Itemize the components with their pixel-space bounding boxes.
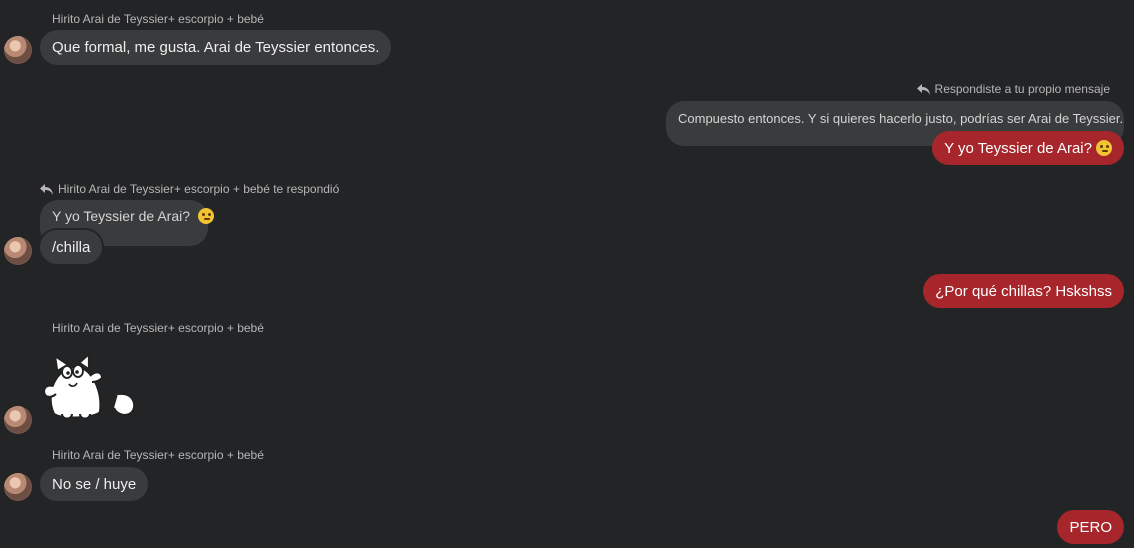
reply-arrow-icon [40,183,53,195]
thinking-face-icon [197,208,214,224]
message-bubble-own[interactable]: PERO [1057,510,1124,544]
quoted-message-text: Y yo Teyssier de Arai? [52,208,191,224]
reply-indicator-text: Respondiste a tu propio mensaje [934,82,1110,96]
message-sender-name: Hirito Arai de Teyssier+ escorpio + bebé [52,321,264,335]
avatar[interactable] [4,406,32,434]
message-text: PERO [1069,518,1112,536]
reply-indicator: Hirito Arai de Teyssier+ escorpio + bebé… [40,182,339,196]
avatar[interactable] [4,473,32,501]
message-bubble[interactable]: Que formal, me gusta. Arai de Teyssier e… [40,30,392,65]
message-sender-name: Hirito Arai de Teyssier+ escorpio + bebé [52,448,264,462]
avatar[interactable] [4,237,32,265]
cartoon-cat-sticker[interactable] [40,352,138,424]
message-bubble-own[interactable]: ¿Por qué chillas? Hskshss [923,274,1124,308]
message-bubble-own[interactable]: Y yo Teyssier de Arai? [932,131,1124,165]
thinking-face-icon [1096,140,1112,156]
message-sender-name: Hirito Arai de Teyssier+ escorpio + bebé [52,12,264,26]
message-text: No se / huye [52,475,137,493]
avatar[interactable] [4,36,32,64]
message-bubble[interactable]: /chilla [40,230,103,264]
message-text: /chilla [52,238,91,256]
message-text: Y yo Teyssier de Arai? [944,139,1092,157]
reply-indicator: Respondiste a tu propio mensaje [916,82,1110,96]
message-text: Que formal, me gusta. Arai de Teyssier e… [52,39,380,56]
reply-indicator-text: Hirito Arai de Teyssier+ escorpio + bebé… [58,182,340,196]
message-text: ¿Por qué chillas? Hskshss [935,282,1112,300]
message-bubble[interactable]: No se / huye [40,467,149,501]
reply-arrow-icon [916,83,930,95]
quoted-message-text: Compuesto entonces. Y si quieres hacerlo… [678,111,1124,126]
